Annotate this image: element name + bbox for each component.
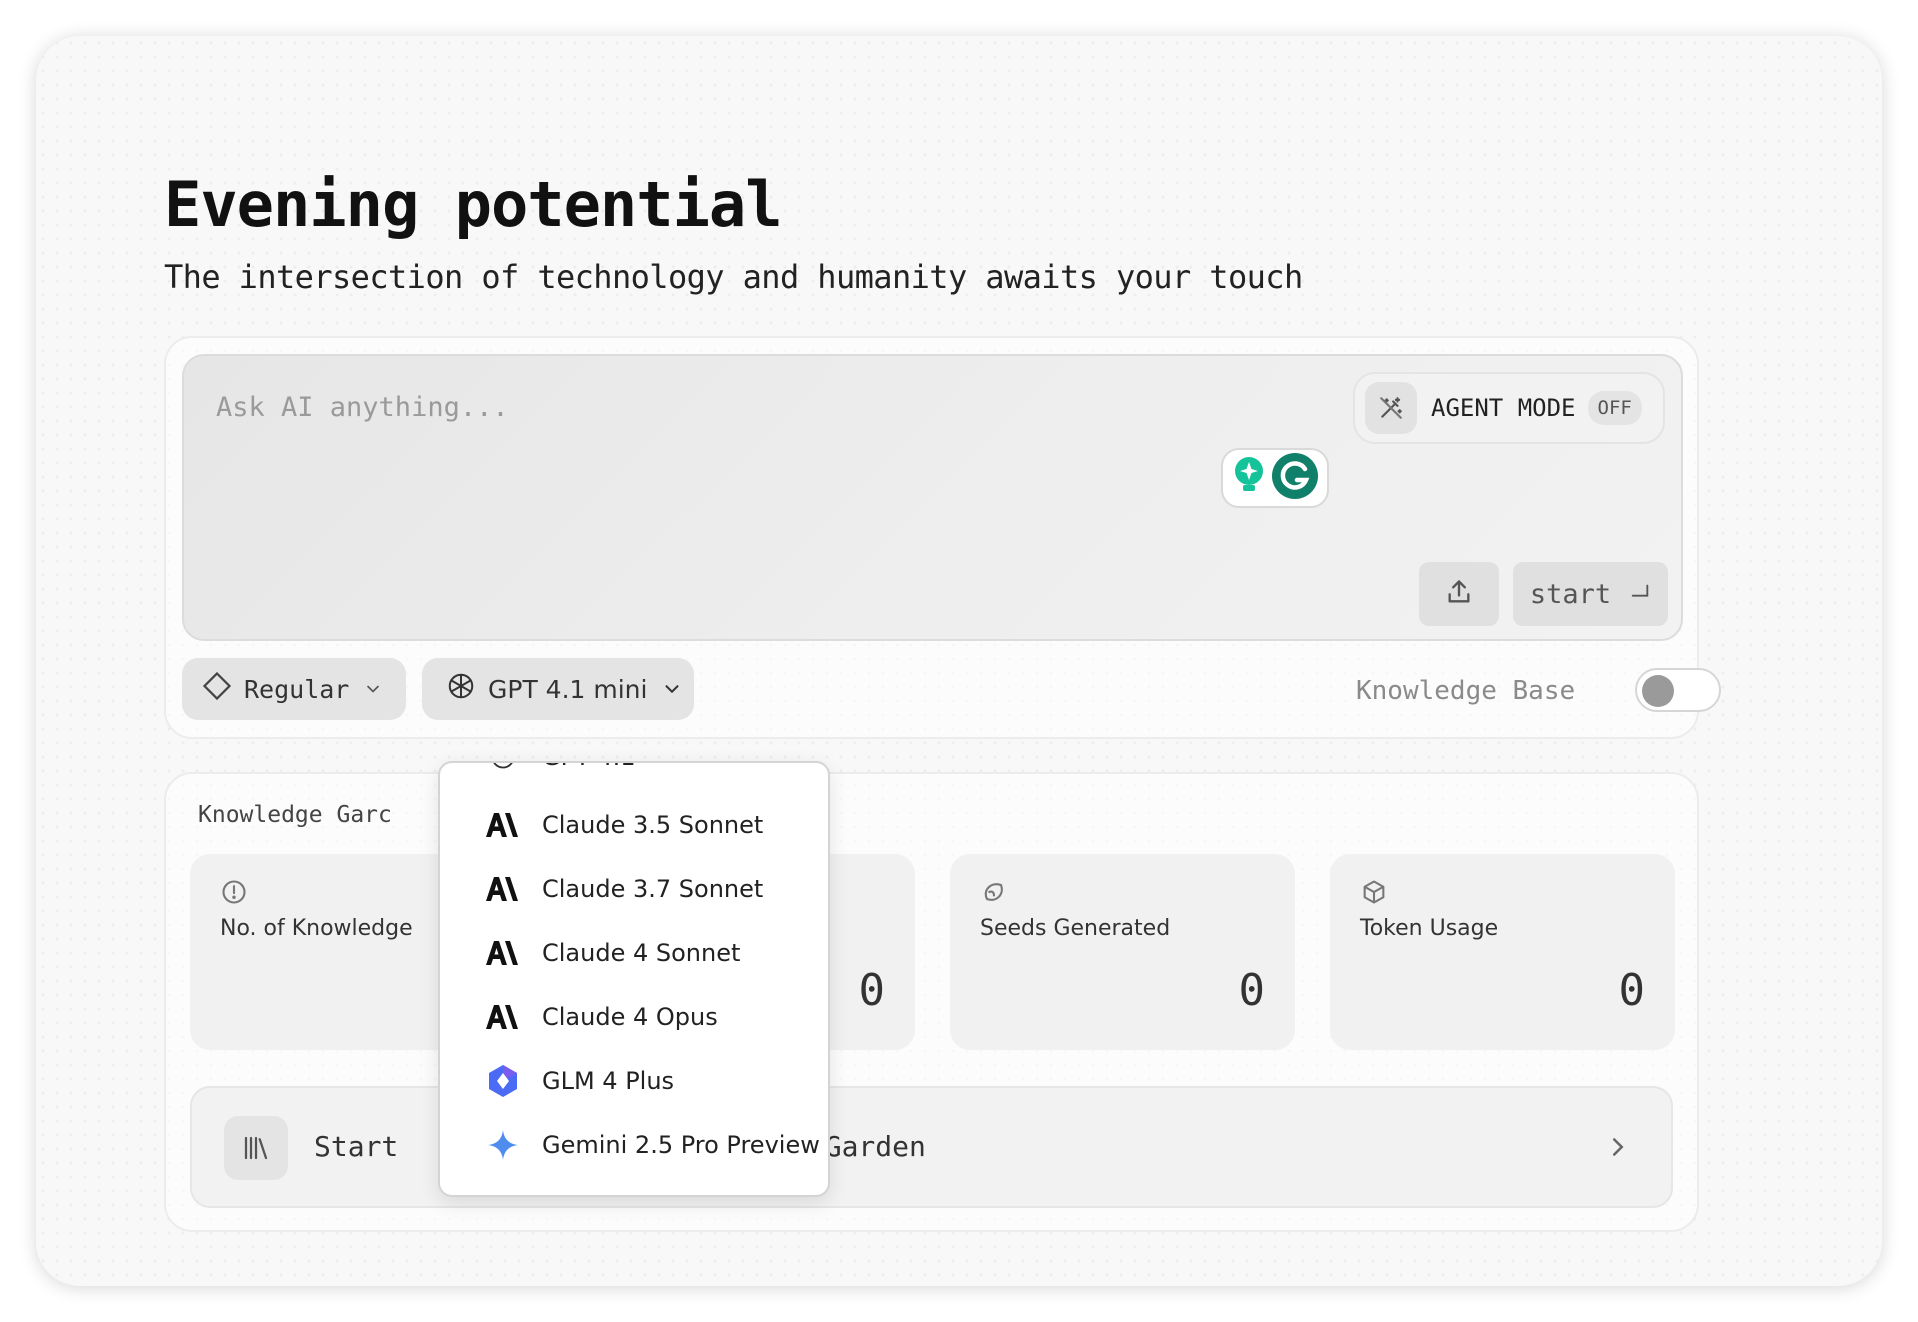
start-knowledge-garden-row[interactable]: Start e Garden <box>190 1086 1673 1208</box>
composer-card: Ask AI anything... AGENT MODE OFF start … <box>164 336 1721 739</box>
stat-value: 0 <box>1618 965 1646 1016</box>
page-title: Evening potential <box>164 168 783 241</box>
alert-circle-icon <box>220 878 248 910</box>
stat-title: Token Usage <box>1360 916 1499 941</box>
upload-icon <box>1445 578 1473 610</box>
magic-wand-icon <box>1365 382 1417 434</box>
model-option-label: GLM 4 Plus <box>542 1067 675 1095</box>
grammarly-widget[interactable] <box>1221 448 1329 508</box>
start-button[interactable]: start <box>1513 562 1668 626</box>
cube-icon <box>1360 878 1388 910</box>
anthropic-icon <box>486 808 520 842</box>
mode-selector[interactable]: Regular <box>182 658 406 720</box>
page-subtitle: The intersection of technology and human… <box>164 258 1303 296</box>
model-option-claude-3-7-sonnet[interactable]: Claude 3.7 Sonnet <box>440 857 828 921</box>
chevron-down-icon <box>661 678 683 700</box>
model-option-label: Gemini 2.5 Pro Preview <box>542 1131 820 1159</box>
seed-icon <box>980 878 1008 910</box>
model-option-label: Claude 4 Opus <box>542 1003 718 1031</box>
model-selector-label: GPT 4.1 mini <box>488 674 648 704</box>
stat-card-seeds: Seeds Generated 0 <box>950 854 1295 1050</box>
stat-title: No. of Knowledge <box>220 916 413 941</box>
chevron-down-icon <box>363 679 383 699</box>
prompt-input[interactable]: Ask AI anything... AGENT MODE OFF start <box>182 354 1683 641</box>
enter-key-icon <box>1629 579 1651 610</box>
mode-selector-label: Regular <box>244 674 350 704</box>
agent-mode-state-badge: OFF <box>1587 391 1642 425</box>
start-row-label: Start <box>314 1130 399 1163</box>
prompt-placeholder: Ask AI anything... <box>216 392 509 423</box>
model-dropdown-menu: GPT 4.1 Claude 3.5 Sonnet Claude 3.7 Son… <box>438 761 830 1197</box>
knowledge-garden-card: Knowledge Garc No. of Knowledge 0 Seeds … <box>164 772 1699 1232</box>
anthropic-icon <box>486 872 520 906</box>
agent-mode-toggle[interactable]: AGENT MODE OFF <box>1353 372 1665 444</box>
start-label: start <box>1529 578 1612 610</box>
model-option-claude-4-sonnet[interactable]: Claude 4 Sonnet <box>440 921 828 985</box>
model-option-label: Claude 3.5 Sonnet <box>542 811 764 839</box>
openai-icon <box>446 671 476 707</box>
model-option-claude-3-5-sonnet[interactable]: Claude 3.5 Sonnet <box>440 793 828 857</box>
library-icon <box>224 1116 288 1180</box>
app-window: Evening potential The intersection of te… <box>36 36 1882 1286</box>
grammarly-icon[interactable] <box>1271 452 1319 504</box>
diamond-icon <box>202 671 232 707</box>
glm-icon <box>486 1064 520 1098</box>
anthropic-icon <box>486 936 520 970</box>
knowledge-base-toggle[interactable] <box>1635 668 1721 712</box>
model-option-label: Claude 4 Sonnet <box>542 939 741 967</box>
model-option-glm-4-plus[interactable]: GLM 4 Plus <box>440 1049 828 1113</box>
chevron-right-icon <box>1603 1132 1633 1166</box>
model-option-label: Claude 3.7 Sonnet <box>542 875 764 903</box>
model-option-label: GPT 4.1 <box>542 763 636 771</box>
model-option-claude-4-opus[interactable]: Claude 4 Opus <box>440 985 828 1049</box>
stat-card-tokens: Token Usage 0 <box>1330 854 1675 1050</box>
toggle-knob <box>1642 675 1674 707</box>
anthropic-icon <box>486 1000 520 1034</box>
model-option-gemini-2-5-pro-preview[interactable]: Gemini 2.5 Pro Preview <box>440 1113 828 1177</box>
knowledge-garden-label: Knowledge Garc <box>198 802 392 828</box>
stat-value: 0 <box>858 965 886 1016</box>
lightbulb-icon[interactable] <box>1231 455 1267 501</box>
knowledge-base-label: Knowledge Base <box>1356 676 1576 706</box>
upload-button[interactable] <box>1419 562 1499 626</box>
gemini-icon <box>486 1128 520 1162</box>
model-option-gpt-4-1[interactable]: GPT 4.1 <box>440 763 828 789</box>
openai-icon <box>486 763 520 774</box>
stat-title: Seeds Generated <box>980 916 1171 941</box>
agent-mode-label: AGENT MODE <box>1431 394 1576 422</box>
model-selector[interactable]: GPT 4.1 mini <box>422 658 694 720</box>
stat-value: 0 <box>1238 965 1266 1016</box>
